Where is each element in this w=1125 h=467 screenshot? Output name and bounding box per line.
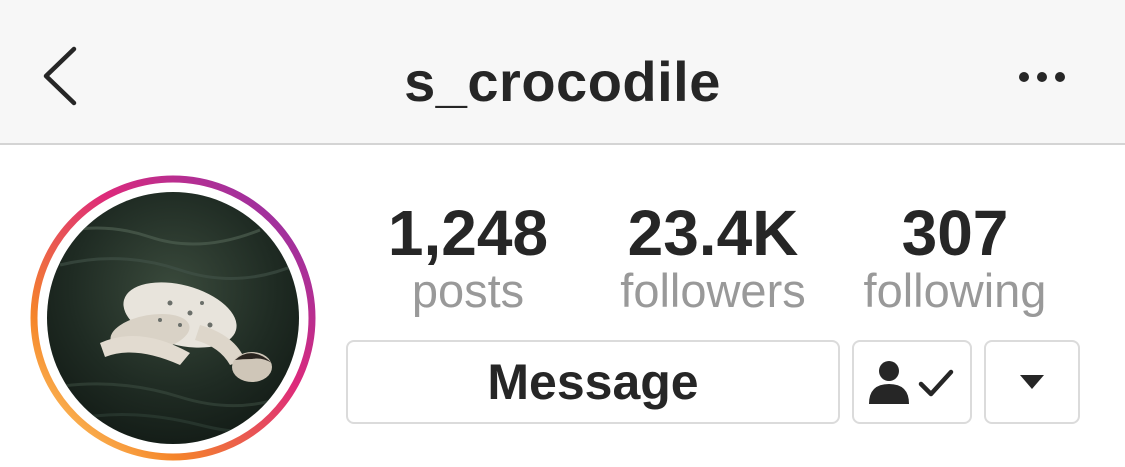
following-value: 307 [901,197,1009,269]
posts-label: posts [411,264,525,317]
story-ring [30,175,316,461]
followers-value: 23.4K [627,197,799,269]
following-label: following [863,264,1047,317]
person-check-icon [869,361,954,404]
profile-username-title: s_crocodile [404,50,721,113]
triangle-down-icon [1020,375,1044,389]
posts-value: 1,248 [387,197,549,269]
more-options-button[interactable] [1002,52,1082,102]
profile-avatar[interactable] [30,175,316,461]
followers-label: followers [620,264,806,317]
profile-screen: s_crocodile 1,248 posts 23.4K followers … [0,0,1125,467]
message-button[interactable]: Message [346,340,840,424]
following-count[interactable]: 307 following [838,196,1072,318]
followers-count[interactable]: 23.4K followers [596,196,830,318]
more-horizontal-icon [1019,72,1065,82]
top-nav-bar: s_crocodile [0,0,1125,145]
suggestions-dropdown-button[interactable] [984,340,1080,424]
following-status-button[interactable] [852,340,972,424]
posts-count[interactable]: 1,248 posts [366,196,570,318]
